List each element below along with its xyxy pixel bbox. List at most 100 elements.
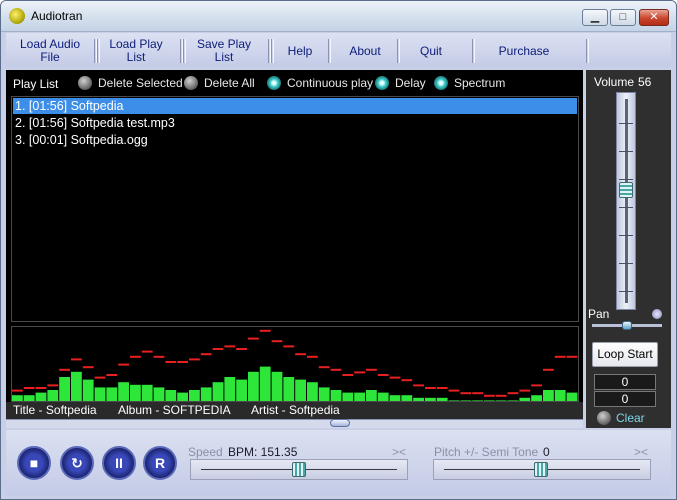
menu-save-play-list[interactable]: Save Play List	[190, 36, 258, 66]
pan-label: Pan	[588, 307, 610, 321]
menu-load-play-list[interactable]: Load Play List	[102, 36, 170, 66]
spectrum-bar	[35, 392, 47, 401]
spectrum-option[interactable]: Spectrum	[434, 75, 505, 91]
spectrum-peak	[389, 376, 401, 379]
menu-help[interactable]: Help	[278, 36, 322, 66]
playlist-list[interactable]: 1. [01:56] Softpedia 2. [01:56] Softpedi…	[11, 96, 579, 322]
spectrum-peak	[165, 361, 177, 363]
pitch-reset-icon[interactable]: ><	[634, 445, 648, 459]
spectrum-peak	[519, 389, 531, 392]
reverse-button[interactable]: R	[143, 446, 177, 480]
spectrum-bar	[224, 377, 236, 401]
playlist-panel: Play List Delete Selected Delete All Con…	[6, 70, 583, 419]
spectrum-peak	[283, 345, 295, 348]
delete-selected-option[interactable]: Delete Selected	[78, 75, 183, 91]
spectrum-bar	[212, 382, 224, 401]
spectrum-bar	[366, 390, 377, 401]
spectrum-peak	[118, 363, 129, 366]
delay-option[interactable]: Delay	[375, 75, 426, 91]
spectrum-peak	[141, 350, 153, 353]
spectrum-bar	[153, 387, 165, 401]
track-info-bar: Title - Softpedia Album - SOFTPEDIA Arti…	[6, 402, 583, 419]
spectrum-peak	[71, 358, 82, 361]
spectrum-bar	[271, 371, 283, 401]
playlist-header: Play List Delete Selected Delete All Con…	[6, 70, 583, 96]
window-title: Audiotran	[31, 9, 83, 23]
spectrum-peak	[425, 387, 436, 389]
spectrum-peak	[82, 366, 94, 369]
volume-tick	[619, 291, 633, 292]
pan-reset-icon[interactable]	[652, 309, 662, 319]
spectrum-bar	[543, 390, 554, 401]
clear-label[interactable]: Clear	[616, 411, 645, 425]
spectrum-peak	[259, 329, 271, 332]
spectrum-bar	[200, 387, 212, 401]
spectrum-peak	[472, 392, 483, 395]
spectrum-peak	[484, 394, 495, 397]
spectrum-graph	[12, 329, 578, 401]
maximize-button[interactable]: □	[610, 9, 636, 26]
stop-button[interactable]: ■	[17, 446, 51, 480]
spectrum-bar	[354, 392, 365, 401]
spectrum-peak	[460, 392, 472, 395]
bpm-value: BPM: 151.35	[228, 445, 298, 459]
clear-radio-icon[interactable]	[597, 411, 611, 425]
spectrum-bar	[23, 395, 35, 401]
speed-thumb[interactable]	[292, 462, 306, 477]
spectrum-peak	[436, 387, 448, 389]
spectrum-bar	[342, 392, 354, 401]
replay-button[interactable]: ↻	[60, 446, 94, 480]
spectrum-peak	[47, 384, 59, 387]
volume-thumb[interactable]	[619, 182, 633, 199]
spectrum-peak	[401, 379, 413, 382]
pause-button[interactable]: II	[102, 446, 136, 480]
volume-tick	[619, 179, 633, 180]
menu-purchase[interactable]: Purchase	[484, 36, 564, 66]
menu-separator	[397, 39, 400, 63]
spectrum-peak	[543, 368, 554, 371]
pan-thumb[interactable]	[622, 321, 632, 330]
delete-all-option[interactable]: Delete All	[184, 75, 255, 91]
track-album: Album - SOFTPEDIA	[118, 403, 231, 417]
spectrum-peak	[271, 340, 283, 343]
spectrum-bar	[401, 395, 413, 401]
speed-reset-icon[interactable]: ><	[392, 445, 406, 459]
speed-slider[interactable]	[190, 459, 408, 480]
menu-about[interactable]: About	[336, 36, 394, 66]
radio-off-icon	[184, 76, 198, 90]
volume-tick	[619, 207, 633, 208]
pitch-label: Pitch +/- Semi Tone	[434, 445, 539, 459]
spectrum-peak	[177, 361, 188, 363]
pan-slider[interactable]	[592, 321, 662, 330]
spectrum-bar	[12, 395, 23, 401]
menu-quit[interactable]: Quit	[406, 36, 456, 66]
spectrum-peak	[342, 374, 354, 376]
minimize-button[interactable]: ▁	[582, 9, 608, 26]
seek-thumb[interactable]	[330, 419, 350, 427]
list-item[interactable]: 2. [01:56] Softpedia test.mp3	[13, 115, 577, 131]
spectrum-bar	[389, 395, 401, 401]
seek-bar[interactable]	[6, 419, 583, 428]
close-button[interactable]: ✕	[639, 9, 669, 26]
app-logo-icon	[9, 8, 25, 24]
volume-value: 56	[638, 75, 652, 89]
pitch-slider[interactable]	[433, 459, 651, 480]
pitch-thumb[interactable]	[534, 462, 548, 477]
volume-slider[interactable]	[616, 92, 636, 310]
playlist-label: Play List	[13, 77, 59, 91]
spectrum-bar	[82, 379, 94, 401]
spectrum-bar	[106, 387, 118, 401]
menu-load-audio-file[interactable]: Load Audio File	[11, 36, 89, 66]
list-item[interactable]: 1. [01:56] Softpedia	[13, 98, 577, 114]
spectrum-bar	[189, 390, 200, 401]
spectrum-peak	[330, 368, 342, 371]
continuous-play-option[interactable]: Continuous play	[267, 75, 373, 91]
spectrum-peak	[130, 355, 141, 358]
spectrum-peak	[94, 376, 106, 379]
spectrum-bar	[118, 382, 129, 401]
radio-on-icon	[434, 76, 448, 90]
loop-start-button[interactable]: Loop Start	[592, 342, 658, 367]
spectrum-bar	[141, 384, 153, 401]
track-artist: Artist - Softpedia	[251, 403, 340, 417]
list-item[interactable]: 3. [00:01] Softpedia.ogg	[13, 132, 577, 148]
